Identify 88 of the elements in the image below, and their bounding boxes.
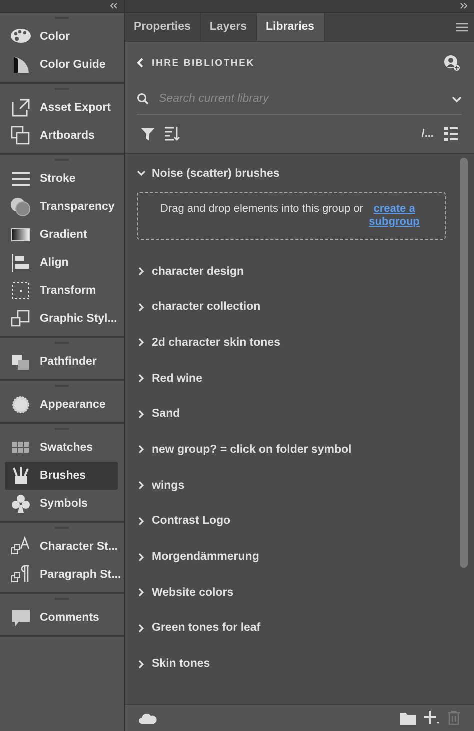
panel-item[interactable]: Comments: [0, 604, 118, 632]
panel-item-label: Artboards: [40, 130, 95, 142]
library-group[interactable]: character design: [137, 254, 460, 290]
group-name: Skin tones: [152, 658, 210, 670]
add-user-icon[interactable]: [444, 55, 460, 71]
library-group[interactable]: new group? = click on folder symbol: [137, 432, 460, 468]
library-group[interactable]: Green tones for leaf: [137, 610, 460, 646]
library-group[interactable]: 2d character skin tones: [137, 325, 460, 361]
library-group[interactable]: Morgendämmerung: [137, 539, 460, 575]
panel-item-label: Transparency: [40, 201, 115, 213]
menu-icon[interactable]: [456, 22, 468, 32]
panel-item-label: Appearance: [40, 399, 106, 411]
library-group[interactable]: Skin tones: [137, 646, 460, 682]
panel-item[interactable]: Appearance: [0, 391, 118, 419]
sort-icon[interactable]: [165, 127, 181, 141]
filter-icon[interactable]: [141, 128, 155, 140]
group-name: Red wine: [152, 372, 202, 385]
panel-item[interactable]: Artboards: [0, 122, 118, 150]
club-icon: [10, 493, 32, 515]
panel-item[interactable]: Gradient: [0, 221, 118, 249]
panel-item[interactable]: Swatches: [0, 434, 118, 462]
back-icon[interactable]: [137, 58, 144, 68]
panel-item[interactable]: Stroke: [0, 165, 118, 193]
library-group[interactable]: Website colors: [137, 574, 460, 611]
group-name: Green tones for leaf: [152, 622, 261, 634]
search-field[interactable]: Search current library: [157, 92, 444, 106]
panel-item-label: Symbols: [40, 498, 88, 510]
group-name: wings: [152, 480, 185, 492]
scrollbar-thumb[interactable]: [460, 158, 468, 568]
comment-icon: [10, 607, 32, 629]
group-name: Sand: [152, 408, 180, 420]
panel-item[interactable]: Transform: [0, 277, 118, 305]
panel-item[interactable]: Brushes: [5, 462, 118, 490]
panel-item[interactable]: Symbols: [0, 490, 118, 518]
view-option[interactable]: /...: [422, 128, 434, 140]
group-name: Morgendämmerung: [152, 551, 260, 564]
panel-item-label: Color Guide: [40, 59, 106, 71]
panel-tab[interactable]: Properties: [125, 13, 201, 41]
transform-icon: [10, 280, 32, 302]
panel-item-label: Align: [40, 257, 69, 269]
panel-tab[interactable]: Libraries: [256, 13, 325, 41]
folder-icon[interactable]: [400, 712, 416, 724]
panel-item-label: Graphic Styl...: [40, 313, 118, 325]
panel-item[interactable]: Graphic Styl...: [0, 305, 118, 333]
search-icon: [137, 93, 149, 105]
artboards-icon: [10, 125, 32, 147]
panel-item-label: Swatches: [40, 442, 94, 454]
group-name: character collection: [152, 301, 261, 314]
panel-item-label: Transform: [40, 285, 96, 297]
panel-item-label: Character St...: [40, 541, 118, 553]
panel-item[interactable]: Align: [0, 249, 118, 277]
library-title: IHRE BIBLIOTHEK: [152, 58, 256, 68]
group-name: character design: [152, 266, 244, 278]
library-group[interactable]: Contrast Logo: [137, 504, 460, 540]
brushes-icon: [10, 465, 32, 487]
panel-item[interactable]: Character St...: [0, 533, 118, 561]
chevron-down-icon[interactable]: [452, 96, 462, 102]
add-icon[interactable]: [424, 711, 440, 725]
panel-item-label: Comments: [40, 612, 100, 624]
library-group[interactable]: Red wine: [137, 360, 460, 396]
panel-item-label: Stroke: [40, 173, 76, 185]
library-group[interactable]: wings: [137, 468, 460, 504]
list-view-icon[interactable]: [444, 127, 458, 141]
panel-item-label: Gradient: [40, 229, 88, 241]
panel-item[interactable]: Color: [0, 23, 118, 51]
appearance-icon: [10, 394, 32, 416]
cloud-icon[interactable]: [139, 712, 157, 724]
panel-item[interactable]: Color Guide: [0, 51, 118, 79]
panel-item-label: Brushes: [40, 470, 86, 482]
align-icon: [10, 252, 32, 274]
transparency-icon: [10, 196, 32, 218]
library-group[interactable]: Noise (scatter) brushes: [137, 156, 460, 192]
panel-item[interactable]: Asset Export: [0, 94, 118, 122]
group-name: new group? = click on folder symbol: [152, 444, 352, 456]
collapse-icon[interactable]: [110, 3, 118, 9]
panel-item-label: Pathfinder: [40, 356, 97, 368]
panel-item[interactable]: Transparency: [0, 193, 118, 221]
library-group[interactable]: Sand: [137, 396, 460, 432]
group-name: 2d character skin tones: [152, 336, 280, 349]
expand-icon[interactable]: [460, 3, 468, 9]
group-name: Website colors: [152, 586, 234, 599]
group-name: Contrast Logo: [152, 515, 231, 528]
panel-item[interactable]: Pathfinder: [0, 348, 118, 376]
export-icon: [10, 97, 32, 119]
group-name: Noise (scatter) brushes: [152, 168, 280, 180]
panel-item-label: Color: [40, 31, 70, 43]
library-group[interactable]: character collection: [137, 289, 460, 326]
panel-item-label: Asset Export: [40, 102, 111, 114]
